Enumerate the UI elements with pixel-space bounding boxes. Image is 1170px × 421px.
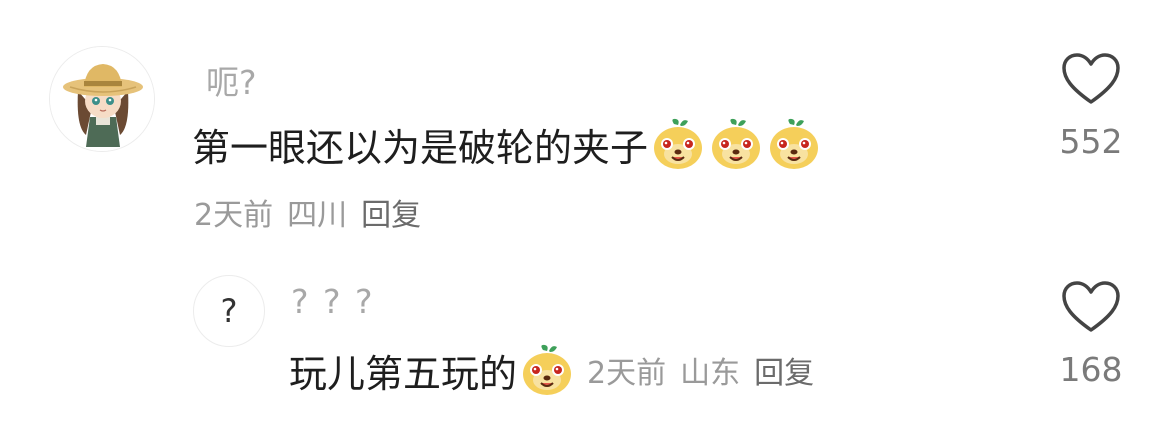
comment-location: 山东 [680,356,741,391]
comment-meta: 2天前 四川 回复 [194,190,421,234]
comment-text: 第一眼还以为是破轮的夹子 [192,116,822,172]
reply-button[interactable]: 回复 [361,190,421,234]
avatar[interactable] [49,46,155,152]
heart-icon[interactable] [1061,52,1121,106]
avatar[interactable]: ? [193,275,265,347]
smiling-dog-face-emoji-icon [770,118,819,169]
comment-location: 四川 [287,198,348,233]
comment-text-body: 玩儿第五玩的 [289,351,518,396]
username[interactable]: 呃? [206,56,257,104]
comment-meta: 2天前 山东 回复 [587,348,814,392]
comment-time: 2天前 [194,198,274,233]
like-count: 168 [1059,350,1123,389]
comment-text: 玩儿第五玩的 2天前 山东 回复 [289,342,814,398]
like-count: 552 [1059,122,1123,161]
smiling-dog-face-emoji-icon [712,118,761,169]
smiling-dog-face-emoji-icon [523,344,572,395]
avatar-question-mark: ? [220,292,238,330]
comment-time: 2天前 [587,356,667,391]
comment-text-body: 第一眼还以为是破轮的夹子 [192,125,649,170]
username[interactable]: ? ? ? [291,282,375,321]
smiling-dog-face-emoji-icon [654,118,703,169]
reply-button[interactable]: 回复 [754,348,814,392]
straw-hat-girl-avatar-icon [50,47,154,151]
heart-icon[interactable] [1061,280,1121,334]
